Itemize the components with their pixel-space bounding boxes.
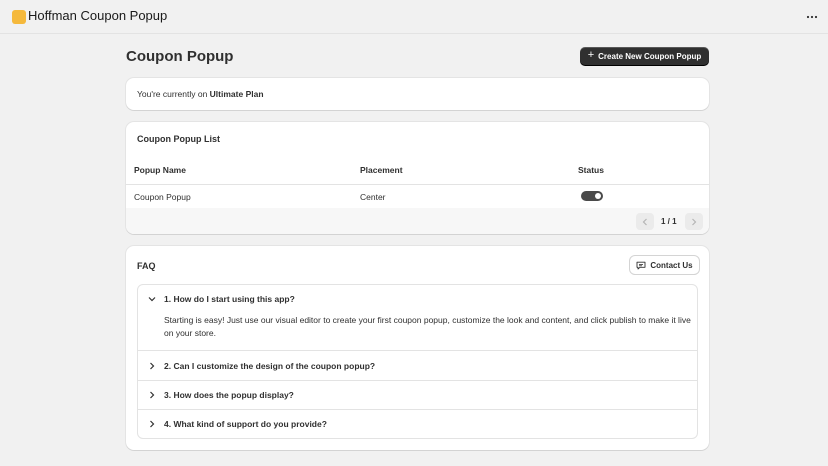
faq-question: 3. How does the popup display? [164, 390, 294, 400]
faq-card: FAQ Contact Us 1. How do I start using t… [126, 246, 709, 450]
popup-name-cell[interactable]: Coupon Popup [134, 192, 191, 202]
table-divider [126, 184, 709, 185]
pagination: 1 / 1 [126, 208, 709, 234]
ellipsis-horizontal-icon[interactable] [804, 9, 820, 25]
chevron-right-icon [148, 420, 156, 428]
contact-us-label: Contact Us [650, 260, 693, 270]
app-logo-icon [12, 10, 26, 24]
app-header: Hoffman Coupon Popup [0, 0, 828, 34]
next-page-button[interactable] [685, 213, 703, 230]
column-header-popup-name: Popup Name [134, 165, 186, 175]
faq-question: 1. How do I start using this app? [164, 294, 295, 304]
chevron-left-icon [642, 218, 647, 225]
plan-name: Ultimate Plan [209, 89, 264, 99]
faq-title: FAQ [137, 261, 156, 271]
faq-accordion: 1. How do I start using this app? Starti… [137, 284, 698, 439]
toggle-knob [595, 193, 601, 199]
page-title: Coupon Popup [126, 48, 234, 65]
popup-list-title: Coupon Popup List [137, 134, 220, 144]
previous-page-button[interactable] [636, 213, 654, 230]
faq-item[interactable]: 4. What kind of support do you provide? [138, 409, 697, 438]
faq-answer: Starting is easy! Just use our visual ed… [164, 315, 691, 338]
faq-question: 4. What kind of support do you provide? [164, 419, 327, 429]
plus-icon: + [587, 49, 595, 61]
plan-prefix: You're currently on [137, 89, 210, 99]
column-header-status: Status [578, 165, 604, 175]
contact-us-button[interactable]: Contact Us [630, 256, 699, 274]
page-indicator: 1 / 1 [661, 217, 677, 226]
chevron-right-icon [692, 218, 697, 225]
plan-card: You're currently on Ultimate Plan [126, 78, 709, 110]
popup-list-card: Coupon Popup List Popup Name Placement S… [126, 122, 709, 234]
chat-icon [636, 261, 646, 269]
faq-item[interactable]: 3. How does the popup display? [138, 380, 697, 409]
chevron-right-icon [148, 391, 156, 399]
column-header-placement: Placement [360, 165, 403, 175]
app-title: Hoffman Coupon Popup [28, 8, 168, 23]
faq-item[interactable]: 1. How do I start using this app? Starti… [138, 285, 697, 350]
placement-cell: Center [360, 192, 386, 202]
chevron-right-icon [148, 362, 156, 370]
chevron-down-icon [148, 295, 156, 303]
plan-text: You're currently on Ultimate Plan [137, 89, 264, 99]
create-popup-label: Create New Coupon Popup [598, 51, 702, 61]
faq-item[interactable]: 2. Can I customize the design of the cou… [138, 350, 697, 380]
faq-question: 2. Can I customize the design of the cou… [164, 361, 376, 371]
create-popup-button[interactable]: + Create New Coupon Popup [580, 47, 709, 65]
status-toggle[interactable] [581, 191, 603, 201]
